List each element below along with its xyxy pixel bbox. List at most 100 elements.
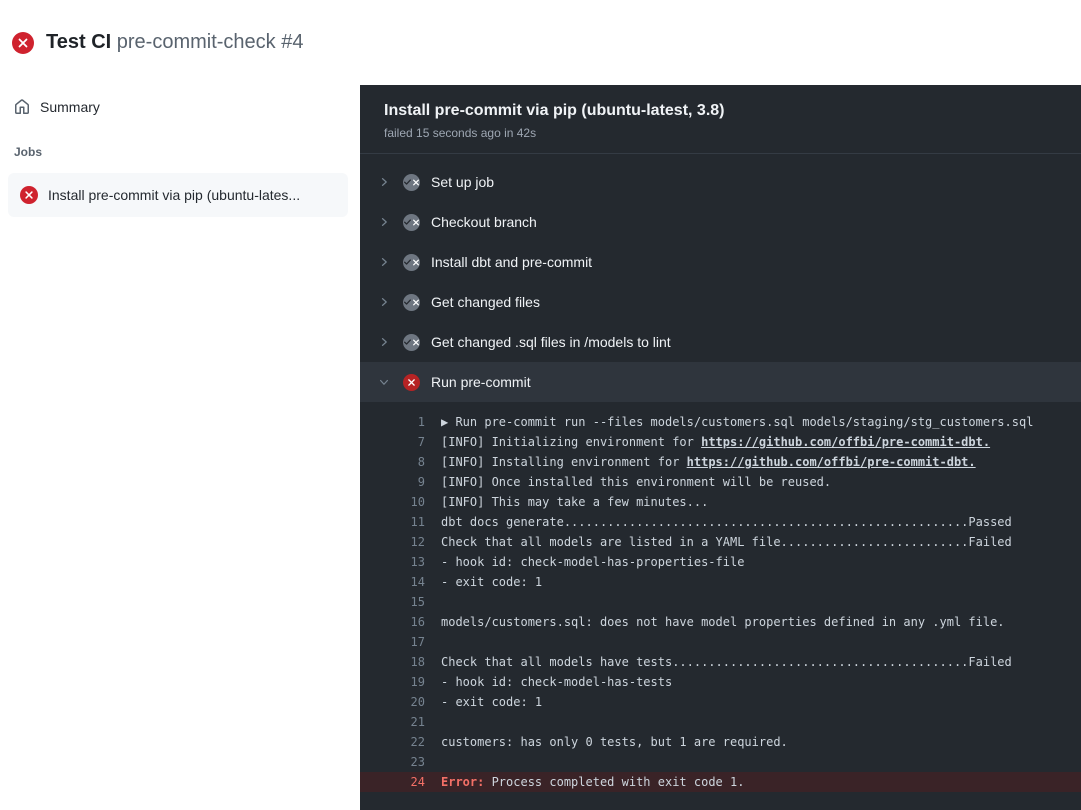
log-text-segment: - hook id: check-model-has-tests <box>441 675 672 689</box>
log-line: 22 customers: has only 0 tests, but 1 ar… <box>360 732 1081 752</box>
log-line: 19 - hook id: check-model-has-tests <box>360 672 1081 692</box>
log-text-segment: [INFO] Installing environment for <box>441 455 687 469</box>
log-line: 13 - hook id: check-model-has-properties… <box>360 552 1081 572</box>
log-line-number[interactable]: 20 <box>360 692 425 712</box>
step-status-icon <box>403 214 420 231</box>
step-label: Get changed files <box>431 294 540 310</box>
log-text-segment: Check that all models have tests........… <box>441 655 1012 669</box>
log-line: 17 <box>360 632 1081 652</box>
log-line: 1 ▶ Run pre-commit run --files models/cu… <box>360 412 1081 432</box>
log-line-text <box>425 712 441 732</box>
log-line: 18 Check that all models have tests.....… <box>360 652 1081 672</box>
log-line-text <box>425 752 441 772</box>
step-label: Install dbt and pre-commit <box>431 254 592 270</box>
step-status-icon <box>403 334 420 351</box>
log-line-text <box>425 592 441 612</box>
log-link[interactable]: https://github.com/offbi/pre-commit-dbt. <box>701 435 990 449</box>
log-line: 10 [INFO] This may take a few minutes... <box>360 492 1081 512</box>
step-status-icon <box>403 374 420 391</box>
step-row[interactable]: Set up job <box>360 162 1081 202</box>
log-line: 20 - exit code: 1 <box>360 692 1081 712</box>
log-line-text: - hook id: check-model-has-tests <box>425 672 672 692</box>
home-icon <box>14 99 30 115</box>
log-line-number[interactable]: 13 <box>360 552 425 572</box>
log-text-segment: models/customers.sql: does not have mode… <box>441 615 1005 629</box>
log-line-number[interactable]: 11 <box>360 512 425 532</box>
log-line: 7 [INFO] Initializing environment for ht… <box>360 432 1081 452</box>
step-label: Run pre-commit <box>431 374 531 390</box>
log-line-text: Check that all models have tests........… <box>425 652 1012 672</box>
log-link[interactable]: https://github.com/offbi/pre-commit-dbt. <box>687 455 976 469</box>
log-line-text: [INFO] Once installed this environment w… <box>425 472 831 492</box>
log-line-number[interactable]: 8 <box>360 452 425 472</box>
log-output: 1 ▶ Run pre-commit run --files models/cu… <box>360 402 1081 810</box>
log-line-text: models/customers.sql: does not have mode… <box>425 612 1005 632</box>
job-title: Install pre-commit via pip (ubuntu-lates… <box>384 102 1057 120</box>
sidebar-job-item[interactable]: Install pre-commit via pip (ubuntu-lates… <box>8 173 348 217</box>
page-title: Test CI pre-commit-check #4 <box>46 31 303 54</box>
workflow-run-page: Test CI pre-commit-check #4 Summary Jobs… <box>0 0 1081 810</box>
log-line-number[interactable]: 10 <box>360 492 425 512</box>
log-line-number[interactable]: 18 <box>360 652 425 672</box>
step-row[interactable]: Run pre-commit <box>360 362 1081 402</box>
log-line-number[interactable]: 17 <box>360 632 425 652</box>
log-line: 14 - exit code: 1 <box>360 572 1081 592</box>
log-line-number[interactable]: 16 <box>360 612 425 632</box>
step-row[interactable]: Get changed files <box>360 282 1081 322</box>
step-label: Checkout branch <box>431 214 537 230</box>
run-name: pre-commit-check #4 <box>117 31 304 53</box>
log-line-number[interactable]: 21 <box>360 712 425 732</box>
log-line-text: - exit code: 1 <box>425 572 542 592</box>
step-row[interactable]: Get changed .sql files in /models to lin… <box>360 322 1081 362</box>
sidebar: Summary Jobs Install pre-commit via pip … <box>0 85 360 810</box>
log-text-segment: dbt docs generate.......................… <box>441 515 1012 529</box>
log-line-text: [INFO] Initializing environment for http… <box>425 432 990 452</box>
chevron-right-icon <box>376 334 392 350</box>
job-panel-header: Install pre-commit via pip (ubuntu-lates… <box>360 85 1081 154</box>
log-line-text: - hook id: check-model-has-properties-fi… <box>425 552 744 572</box>
log-line-number[interactable]: 23 <box>360 752 425 772</box>
log-line-text: Error: Process completed with exit code … <box>425 772 744 792</box>
job-log-panel: Install pre-commit via pip (ubuntu-lates… <box>360 85 1081 810</box>
run-header: Test CI pre-commit-check #4 <box>0 0 1081 85</box>
log-line: 23 <box>360 752 1081 772</box>
log-line: 15 <box>360 592 1081 612</box>
log-line-number[interactable]: 24 <box>360 772 425 792</box>
log-text-segment: - exit code: 1 <box>441 695 542 709</box>
log-line-number[interactable]: 22 <box>360 732 425 752</box>
step-label: Set up job <box>431 174 494 190</box>
chevron-right-icon <box>376 174 392 190</box>
log-text-segment: [INFO] This may take a few minutes... <box>441 495 708 509</box>
log-line-text: customers: has only 0 tests, but 1 are r… <box>425 732 788 752</box>
step-row[interactable]: Checkout branch <box>360 202 1081 242</box>
chevron-right-icon <box>376 254 392 270</box>
log-line-number[interactable]: 15 <box>360 592 425 612</box>
log-line-text: Check that all models are listed in a YA… <box>425 532 1012 552</box>
log-line-number[interactable]: 1 <box>360 412 425 432</box>
log-line-number[interactable]: 14 <box>360 572 425 592</box>
workflow-name: Test CI <box>46 31 111 53</box>
log-text-segment: - hook id: check-model-has-properties-fi… <box>441 555 744 569</box>
log-text-segment: ▶ Run pre-commit run --files models/cust… <box>441 415 1033 429</box>
log-line-number[interactable]: 12 <box>360 532 425 552</box>
step-status-icon <box>403 294 420 311</box>
log-line-number[interactable]: 7 <box>360 432 425 452</box>
chevron-down-icon <box>376 374 392 390</box>
log-line: 11 dbt docs generate....................… <box>360 512 1081 532</box>
log-text-segment: customers: has only 0 tests, but 1 are r… <box>441 735 788 749</box>
job-label: Install pre-commit via pip (ubuntu-lates… <box>48 187 300 203</box>
log-line-number[interactable]: 9 <box>360 472 425 492</box>
log-line: 12 Check that all models are listed in a… <box>360 532 1081 552</box>
step-row[interactable]: Install dbt and pre-commit <box>360 242 1081 282</box>
job-status-text: failed 15 seconds ago in 42s <box>384 126 1057 140</box>
run-failed-icon <box>12 32 34 54</box>
step-status-icon <box>403 174 420 191</box>
job-failed-icon <box>20 186 38 204</box>
sidebar-item-summary[interactable]: Summary <box>8 91 348 123</box>
log-line-text: ▶ Run pre-commit run --files models/cust… <box>425 412 1033 432</box>
log-line: 8 [INFO] Installing environment for http… <box>360 452 1081 472</box>
log-line-number[interactable]: 19 <box>360 672 425 692</box>
log-line-text <box>425 632 441 652</box>
log-text-segment: Process completed with exit code 1. <box>484 775 744 789</box>
step-list: Set up job Checkout branch Install dbt a… <box>360 154 1081 402</box>
